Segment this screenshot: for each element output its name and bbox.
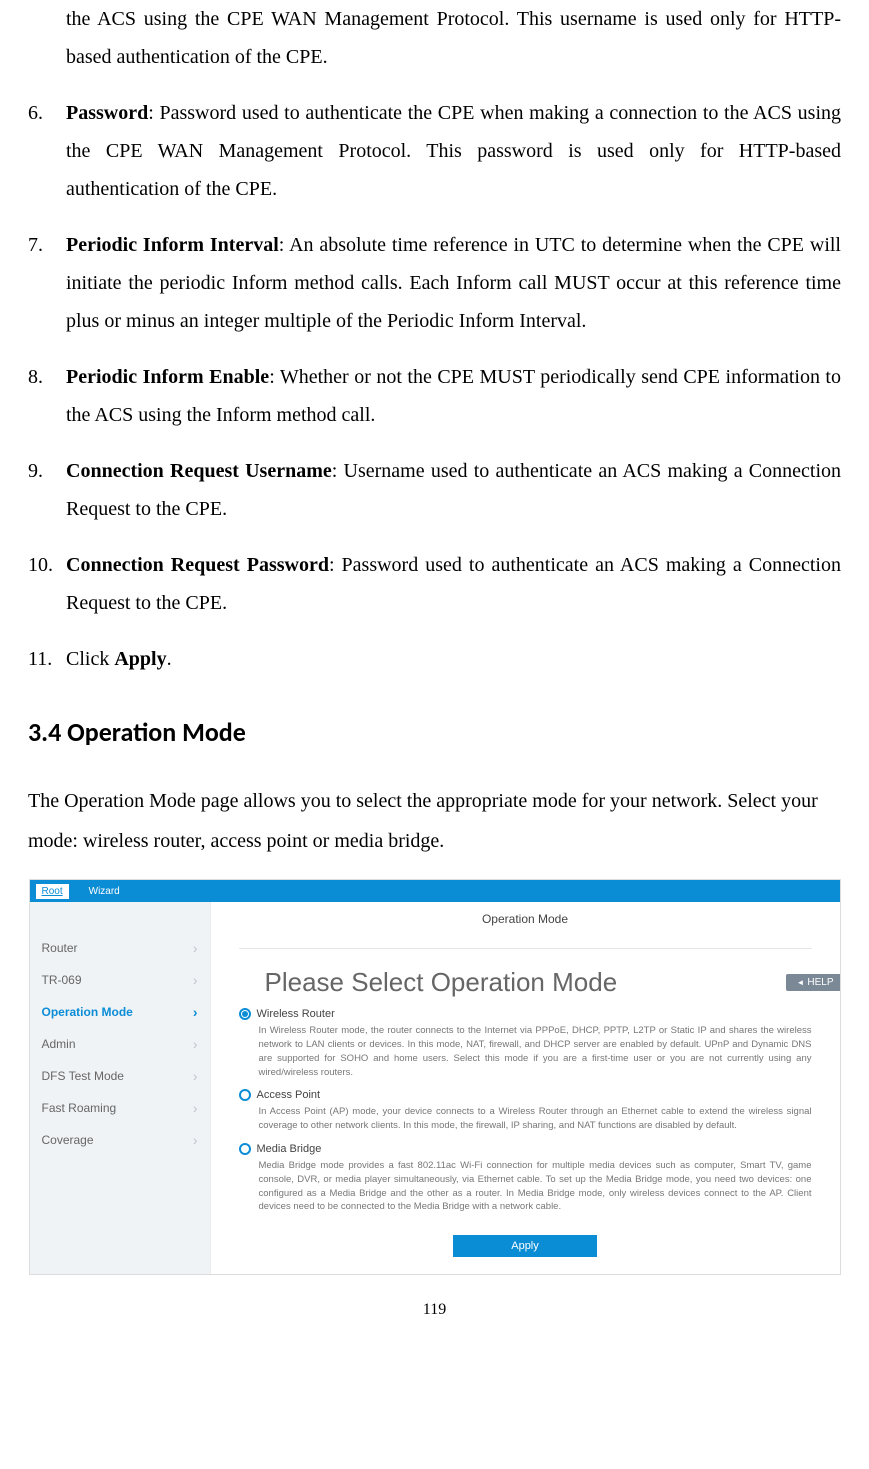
list-item-6: 6. Password: Password used to authentica… [28, 94, 841, 208]
list-item-10: 10. Connection Request Password: Passwor… [28, 546, 841, 622]
sidebar-item-admin[interactable]: Admin › [30, 1028, 210, 1060]
intro-paragraph: The Operation Mode page allows you to se… [28, 781, 841, 861]
list-text: the ACS using the CPE WAN Management Pro… [66, 0, 841, 76]
section-heading: 3.4 Operation Mode [28, 708, 841, 757]
radio-icon[interactable] [239, 1143, 251, 1155]
mode-description: In Wireless Router mode, the router conn… [239, 1024, 812, 1079]
mode-radio-row[interactable]: Access Point [239, 1089, 812, 1101]
page-number: 119 [28, 1295, 841, 1325]
main-panel: Operation Mode HELP Please Select Operat… [210, 902, 840, 1274]
list-text: Periodic Inform Enable: Whether or not t… [66, 358, 841, 434]
sidebar-item-fast-roaming[interactable]: Fast Roaming › [30, 1092, 210, 1124]
radio-icon[interactable] [239, 1008, 251, 1020]
list-text: Connection Request Username: Username us… [66, 452, 841, 528]
list-number: 10. [28, 546, 66, 622]
list-number: 11. [28, 640, 66, 678]
sidebar-item-label: Fast Roaming [42, 1101, 117, 1115]
chevron-right-icon: › [193, 972, 198, 988]
mode-option-wireless-router: Wireless Router In Wireless Router mode,… [239, 1008, 812, 1079]
tab-root[interactable]: Root [36, 884, 69, 899]
mode-label: Access Point [257, 1089, 321, 1101]
list-text: Periodic Inform Interval: An absolute ti… [66, 226, 841, 340]
sidebar-item-label: Coverage [42, 1133, 94, 1147]
document-body: the ACS using the CPE WAN Management Pro… [28, 0, 841, 1325]
chevron-right-icon: › [193, 940, 198, 956]
screenshot-body: Router › TR-069 › Operation Mode › Admin › D… [30, 902, 840, 1274]
tab-bar: Root Wizard [30, 880, 840, 902]
list-item-8: 8. Periodic Inform Enable: Whether or no… [28, 358, 841, 434]
help-button[interactable]: HELP [786, 974, 839, 991]
sidebar-item-label: Operation Mode [42, 1005, 133, 1019]
mode-label: Media Bridge [257, 1143, 322, 1155]
list-text: Connection Request Password: Password us… [66, 546, 841, 622]
embedded-screenshot: Root Wizard Router › TR-069 › Operation Mo… [29, 879, 841, 1275]
list-number: 8. [28, 358, 66, 434]
list-number: 9. [28, 452, 66, 528]
mode-description: In Access Point (AP) mode, your device c… [239, 1105, 812, 1133]
sidebar-item-coverage[interactable]: Coverage › [30, 1124, 210, 1156]
radio-icon[interactable] [239, 1089, 251, 1101]
mode-radio-row[interactable]: Wireless Router [239, 1008, 812, 1020]
list-text: Password: Password used to authenticate … [66, 94, 841, 208]
numbered-list: the ACS using the CPE WAN Management Pro… [28, 0, 841, 678]
sidebar-item-label: DFS Test Mode [42, 1069, 124, 1083]
chevron-right-icon: › [193, 1068, 198, 1084]
apply-button[interactable]: Apply [453, 1235, 597, 1257]
sidebar-item-label: TR-069 [42, 973, 82, 987]
mode-label: Wireless Router [257, 1008, 335, 1020]
sidebar-item-label: Router [42, 941, 78, 955]
mode-option-media-bridge: Media Bridge Media Bridge mode provides … [239, 1143, 812, 1214]
mode-radio-row[interactable]: Media Bridge [239, 1143, 812, 1155]
list-text: Click Apply. [66, 640, 841, 678]
list-item-11: 11. Click Apply. [28, 640, 841, 678]
sidebar-item-label: Admin [42, 1037, 76, 1051]
list-number: 6. [28, 94, 66, 208]
mode-description: Media Bridge mode provides a fast 802.11… [239, 1159, 812, 1214]
sidebar-item-router[interactable]: Router › [30, 932, 210, 964]
list-item-9: 9. Connection Request Username: Username… [28, 452, 841, 528]
list-item-5-continuation: the ACS using the CPE WAN Management Pro… [28, 0, 841, 76]
panel-heading: Please Select Operation Mode [265, 967, 812, 998]
chevron-right-icon: › [193, 1132, 198, 1148]
tab-wizard[interactable]: Wizard [83, 884, 126, 899]
chevron-right-icon: › [193, 1036, 198, 1052]
sidebar-item-operation-mode[interactable]: Operation Mode › [30, 996, 210, 1028]
panel-title: Operation Mode [239, 908, 812, 949]
chevron-right-icon: › [193, 1100, 198, 1116]
list-item-7: 7. Periodic Inform Interval: An absolute… [28, 226, 841, 340]
apply-row: Apply [239, 1224, 812, 1262]
list-number: 7. [28, 226, 66, 340]
sidebar-item-tr069[interactable]: TR-069 › [30, 964, 210, 996]
chevron-right-icon: › [193, 1004, 198, 1020]
sidebar: Router › TR-069 › Operation Mode › Admin › D… [30, 902, 210, 1274]
mode-option-access-point: Access Point In Access Point (AP) mode, … [239, 1089, 812, 1133]
sidebar-item-dfs-test-mode[interactable]: DFS Test Mode › [30, 1060, 210, 1092]
